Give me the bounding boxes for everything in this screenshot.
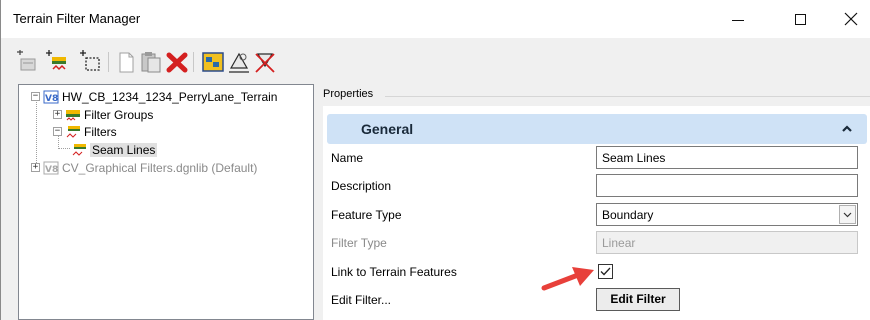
tree-node-filters[interactable]: − Filters <box>53 123 117 140</box>
svg-text:V8: V8 <box>45 165 58 175</box>
clear-selection-icon <box>255 53 275 73</box>
terrain-model-icon: V8 <box>43 90 59 104</box>
feature-type-label: Feature Type <box>331 208 402 222</box>
chevron-up-icon[interactable] <box>841 123 853 135</box>
delete-icon <box>166 52 188 73</box>
description-field[interactable] <box>596 174 858 197</box>
general-group-header[interactable]: General <box>327 114 867 144</box>
tree-node-label: Seam Lines <box>90 142 158 157</box>
expand-toggle[interactable]: + <box>53 110 62 119</box>
select-elements-icon <box>229 52 249 73</box>
new-filter-group-button[interactable] <box>15 50 39 74</box>
maximize-icon <box>794 13 806 25</box>
tree-node-terrain-model[interactable]: − V8 HW_CB_1234_1234_PerryLane_Terrain <box>31 88 277 105</box>
feature-type-select[interactable]: Boundary <box>596 203 858 226</box>
collapse-toggle[interactable]: − <box>31 92 40 101</box>
test-filter-button[interactable] <box>201 50 225 74</box>
properties-caption: Properties <box>323 88 374 100</box>
chevron-down-icon <box>843 212 852 217</box>
link-terrain-features-checkbox[interactable] <box>598 264 613 279</box>
new-filter-icon <box>46 50 66 71</box>
minimize-button[interactable] <box>716 0 760 38</box>
edit-filter-label: Edit Filter... <box>331 293 392 307</box>
filters-icon <box>65 125 81 139</box>
tree-node-label: HW_CB_1234_1234_PerryLane_Terrain <box>62 89 278 104</box>
edit-filter-button[interactable]: Edit Filter <box>596 288 680 311</box>
copy-button[interactable] <box>114 50 138 74</box>
tree-node-dgnlib[interactable]: + V8 CV_Graphical Filters.dgnlib (Defaul… <box>31 159 257 176</box>
toolbar-separator <box>108 52 109 72</box>
description-label: Description <box>331 179 392 193</box>
toolbar <box>1 38 870 84</box>
tree-node-label: Filters <box>84 124 117 139</box>
select-elements-button[interactable] <box>227 50 251 74</box>
dropdown-button[interactable] <box>839 205 856 224</box>
new-graphical-filter-icon <box>80 50 100 71</box>
paste-button[interactable] <box>139 50 163 74</box>
window-title: Terrain Filter Manager <box>13 11 141 26</box>
annotation-arrow-icon <box>541 267 594 291</box>
filter-tree: − V8 HW_CB_1234_1234_PerryLane_Terrain +… <box>18 84 314 320</box>
maximize-button[interactable] <box>778 0 822 38</box>
close-button[interactable] <box>829 0 870 38</box>
title-bar: Terrain Filter Manager <box>1 0 870 38</box>
toolbar-separator <box>193 52 194 72</box>
test-filter-icon <box>202 52 224 72</box>
terrain-filter-manager-window: Terrain Filter Manager − V8 HW_CB_1234_1… <box>0 0 870 320</box>
tree-node-label: CV_Graphical Filters.dgnlib (Default) <box>62 160 258 175</box>
copy-icon <box>119 52 134 73</box>
feature-type-value: Boundary <box>602 208 654 222</box>
new-filter-group-icon <box>17 50 36 71</box>
checkmark-icon <box>600 267 611 276</box>
minimize-icon <box>732 19 744 21</box>
tree-node-label: Filter Groups <box>84 107 154 122</box>
tree-node-filter-groups[interactable]: + Filter Groups <box>53 106 153 123</box>
paste-icon <box>141 52 161 73</box>
tree-node-seam-lines[interactable]: Seam Lines <box>71 141 158 158</box>
clear-selection-button[interactable] <box>253 50 277 74</box>
tree-connector <box>58 148 70 149</box>
linear-filter-icon <box>71 143 87 157</box>
group-title: General <box>361 121 414 137</box>
dgnlib-icon: V8 <box>43 161 59 175</box>
collapse-toggle[interactable]: − <box>53 127 62 136</box>
link-terrain-features-label: Link to Terrain Features <box>331 265 457 279</box>
tree-connector <box>36 97 37 167</box>
name-field[interactable]: Seam Lines <box>596 146 858 169</box>
new-filter-button[interactable] <box>45 50 69 74</box>
properties-divider <box>385 96 870 97</box>
delete-button[interactable] <box>165 50 189 74</box>
svg-text:V8: V8 <box>45 94 58 104</box>
close-icon <box>844 12 858 26</box>
name-label: Name <box>331 151 364 165</box>
filter-groups-icon <box>65 108 81 122</box>
filter-type-field: Linear <box>596 231 858 254</box>
expand-toggle[interactable]: + <box>31 163 40 172</box>
new-graphical-filter-button[interactable] <box>79 50 103 74</box>
filter-type-label: Filter Type <box>331 236 387 250</box>
